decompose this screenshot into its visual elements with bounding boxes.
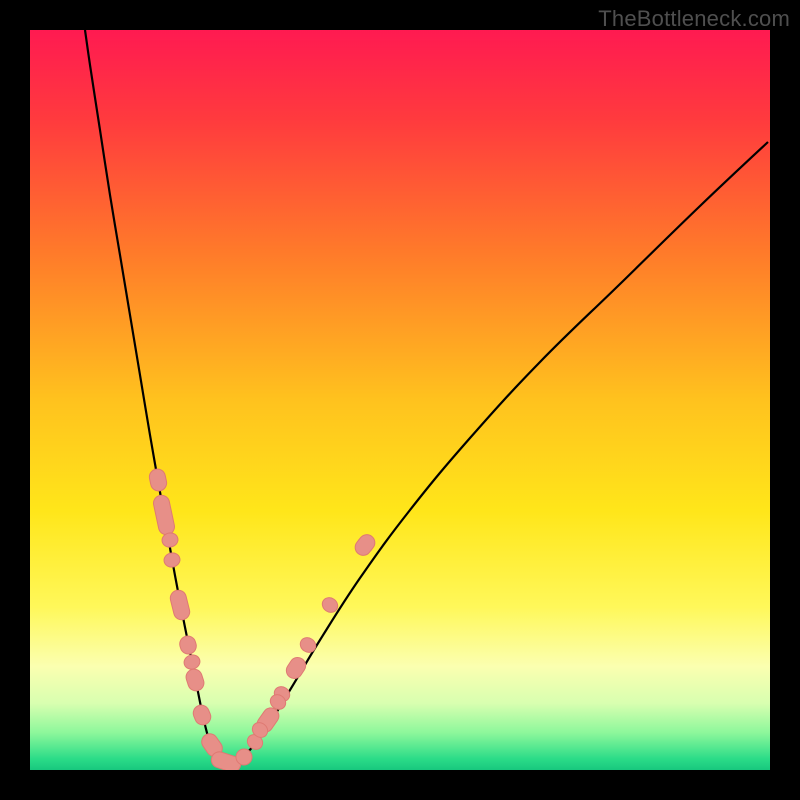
bottleneck-curve <box>85 30 768 765</box>
highlight-marker <box>184 667 206 693</box>
watermark-label: TheBottleneck.com <box>598 6 790 32</box>
highlight-marker <box>283 654 308 681</box>
highlight-marker <box>297 635 318 655</box>
curve-layer <box>30 30 770 770</box>
highlight-marker <box>148 468 168 493</box>
highlight-marker <box>169 589 192 622</box>
highlight-marker <box>178 634 198 656</box>
highlight-marker <box>182 653 201 671</box>
marker-group <box>148 468 378 770</box>
highlight-marker <box>352 531 378 558</box>
highlight-marker <box>152 494 176 536</box>
highlight-marker <box>163 551 182 568</box>
outer-frame: TheBottleneck.com <box>0 0 800 800</box>
plot-area <box>30 30 770 770</box>
highlight-marker <box>191 703 213 728</box>
